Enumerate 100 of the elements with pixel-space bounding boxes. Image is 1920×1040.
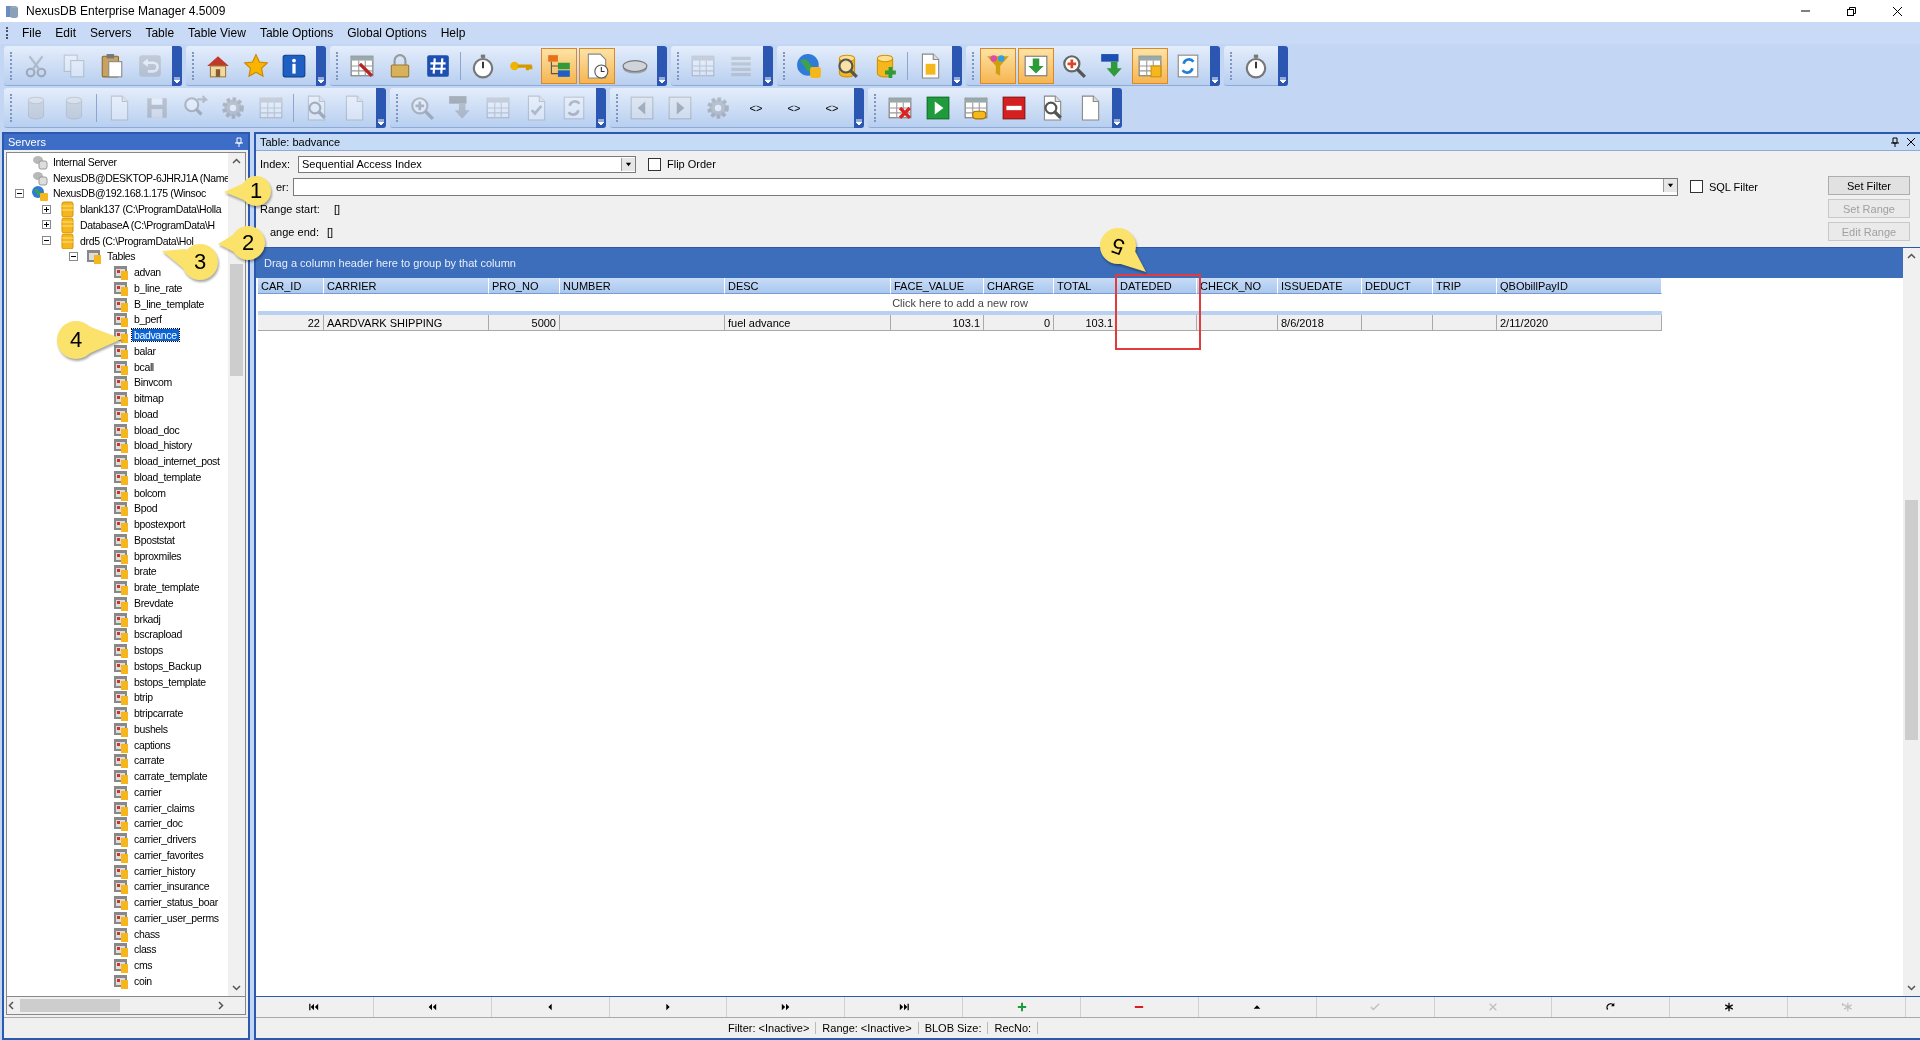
scrollbar-thumb[interactable] xyxy=(1905,500,1918,740)
column-header[interactable]: CHARGE xyxy=(984,278,1054,294)
tree-item[interactable]: advan xyxy=(132,266,163,279)
tree-item[interactable]: bstops_template xyxy=(132,675,208,688)
toolbar-button[interactable]: <> xyxy=(745,101,767,114)
column-header[interactable]: FACE_VALUE xyxy=(891,278,984,294)
tree-item[interactable]: btrip xyxy=(132,691,155,704)
tree-item[interactable]: b_line_rate xyxy=(132,281,185,294)
dropdown-arrow-icon[interactable] xyxy=(1666,181,1674,189)
tree-item[interactable]: btripcarrate xyxy=(132,707,185,720)
collapse-icon[interactable] xyxy=(69,251,78,261)
pin-icon[interactable] xyxy=(1890,137,1900,147)
star-icon[interactable] xyxy=(243,52,269,79)
globe-icon[interactable] xyxy=(796,52,822,79)
chevron-icon[interactable] xyxy=(1279,75,1287,84)
tree-item[interactable]: bushels xyxy=(132,722,170,735)
tree-item[interactable]: blank137 (C:\ProgramData\Holla xyxy=(78,203,224,216)
stopwatch-icon[interactable] xyxy=(470,52,496,79)
tree-item[interactable]: badvance xyxy=(132,329,179,342)
collapse-icon[interactable] xyxy=(15,188,24,198)
tree-item[interactable]: bstops xyxy=(132,644,165,657)
menu-item[interactable]: Edit xyxy=(49,24,83,42)
scroll-down-icon[interactable] xyxy=(1907,983,1916,992)
tree-item[interactable]: bload xyxy=(132,407,160,420)
chevron-icon[interactable] xyxy=(764,75,772,84)
tree-item[interactable]: carrier_user_perms xyxy=(132,911,221,924)
checkbox[interactable] xyxy=(1689,180,1703,194)
clipboard-icon[interactable] xyxy=(99,52,125,79)
tree-item[interactable]: DatabaseA (C:\ProgramData\H xyxy=(78,218,217,231)
scroll-up-icon[interactable] xyxy=(1907,252,1916,261)
menu-item[interactable]: Servers xyxy=(84,24,138,42)
tree-item[interactable]: bstops_Backup xyxy=(132,659,204,672)
chevron-icon[interactable] xyxy=(317,75,325,84)
chevron-icon[interactable] xyxy=(377,117,385,126)
scroll-right-icon[interactable] xyxy=(216,1001,225,1010)
zoom-in-icon[interactable] xyxy=(1061,52,1087,79)
tree-item[interactable]: b_perf xyxy=(132,313,164,326)
column-header[interactable]: NUMBER xyxy=(560,278,725,294)
checkbox[interactable] xyxy=(647,157,661,171)
tree-item[interactable]: carrier_favorites xyxy=(132,848,206,861)
tree-item[interactable]: bcall xyxy=(132,360,156,373)
chevron-icon[interactable] xyxy=(173,75,181,84)
tree-item[interactable]: carrier_drivers xyxy=(132,833,198,846)
scrollbar-thumb[interactable] xyxy=(230,264,243,376)
index-dropdown[interactable]: Sequential Access Index xyxy=(297,155,636,173)
tree-item[interactable]: carrier_status_boar xyxy=(132,896,220,909)
tree-item[interactable]: bolcom xyxy=(132,486,168,499)
tree-item[interactable]: bload_history xyxy=(132,439,194,452)
new-row-hint[interactable]: Click here to add a new row xyxy=(892,296,1028,309)
menu-item[interactable]: Table Options xyxy=(253,24,340,42)
tree-item[interactable]: Internal Server xyxy=(51,155,119,168)
chevron-icon[interactable] xyxy=(953,75,961,84)
toolbar-button[interactable]: <> xyxy=(821,101,843,114)
scrollbar-thumb[interactable] xyxy=(20,999,120,1012)
tree-item[interactable]: bpostexport xyxy=(132,518,188,531)
tree-item[interactable]: cms xyxy=(132,959,155,972)
tree-item[interactable]: brate xyxy=(132,565,159,578)
tree-item[interactable]: Binvcom xyxy=(132,376,174,389)
hash-icon[interactable] xyxy=(425,52,451,79)
tree-item[interactable]: brate_template xyxy=(132,581,202,594)
column-header[interactable]: CARRIER xyxy=(324,278,489,294)
column-header[interactable]: TOTAL xyxy=(1054,278,1117,294)
tree-item[interactable]: drd5 (C:\ProgramData\Hol xyxy=(78,234,196,247)
tree-item[interactable]: bload_doc xyxy=(132,423,182,436)
tree-item[interactable]: class xyxy=(132,943,159,956)
expand-icon[interactable] xyxy=(42,204,51,214)
column-header[interactable]: CHECK_NO xyxy=(1197,278,1278,294)
asterisk-icon[interactable] xyxy=(1723,1002,1734,1012)
chevron-icon[interactable] xyxy=(855,117,863,126)
tree-item[interactable]: carrier_history xyxy=(132,864,198,877)
tree-item[interactable]: carrier_doc xyxy=(132,817,185,830)
refresh-icon[interactable] xyxy=(1175,52,1201,79)
column-header[interactable]: TRIP xyxy=(1433,278,1497,294)
tree-item[interactable]: bproxmiles xyxy=(132,549,184,562)
tree-item[interactable]: bload_internet_post xyxy=(132,455,222,468)
menu-item[interactable]: Table xyxy=(139,24,181,42)
expand-icon[interactable] xyxy=(42,220,51,230)
menu-item[interactable]: File xyxy=(16,24,48,42)
column-header[interactable]: DEDUCT xyxy=(1362,278,1433,294)
stopwatch-icon[interactable] xyxy=(1243,52,1269,79)
info-icon[interactable] xyxy=(281,52,307,79)
scroll-left-icon[interactable] xyxy=(7,1001,16,1010)
tree-item[interactable]: balar xyxy=(132,344,158,357)
column-header[interactable]: CAR_ID xyxy=(258,278,324,294)
tree-item[interactable]: coin xyxy=(132,974,154,987)
dropdown-arrow-icon[interactable] xyxy=(624,160,632,168)
redo-icon[interactable] xyxy=(1605,1002,1616,1012)
collapse-icon[interactable] xyxy=(42,236,51,246)
skip-back-icon[interactable] xyxy=(309,1002,320,1012)
tree-item[interactable]: B_line_template xyxy=(132,297,207,310)
tree-item[interactable]: brkadj xyxy=(132,612,163,625)
tree-item[interactable]: captions xyxy=(132,738,173,751)
tree-item[interactable]: bitmap xyxy=(132,392,166,405)
menu-item[interactable]: Help xyxy=(434,24,472,42)
play-icon[interactable] xyxy=(925,94,951,121)
tree-item[interactable]: carrate_template xyxy=(132,770,210,783)
tree-item[interactable]: Tables xyxy=(105,250,138,263)
tree-item[interactable]: NexusDB@192.168.1.175 (Winsoc xyxy=(51,187,208,200)
chevron-icon[interactable] xyxy=(1211,75,1219,84)
column-header[interactable]: DESC xyxy=(725,278,891,294)
